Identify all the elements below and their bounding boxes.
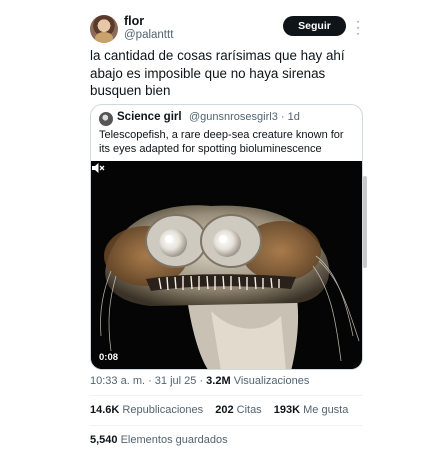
video-duration: 0:08 — [99, 352, 119, 363]
quote-text: Telescopefish, a rare deep-sea creature … — [99, 129, 344, 155]
author-handle[interactable]: @palanttt — [124, 29, 173, 41]
likes-label[interactable]: Me gusta — [303, 404, 348, 416]
quotes-label[interactable]: Citas — [237, 404, 262, 416]
engagement-stats: 14.6K Republicaciones 202 Citas 193K Me … — [90, 404, 348, 416]
author-name[interactable]: flor — [124, 14, 144, 28]
quotes-count[interactable]: 202 — [215, 404, 233, 416]
avatar[interactable] — [90, 15, 118, 43]
bookmarks-label: Elementos guardados — [120, 434, 228, 446]
views-label: Visualizaciones — [233, 375, 310, 387]
muted-speaker-icon[interactable] — [91, 161, 105, 175]
quoted-tweet[interactable]: Science girl @gunsnrosesgirl3 · 1d Teles… — [90, 104, 363, 370]
divider — [90, 395, 363, 396]
views-count: 3.2M — [206, 375, 231, 387]
more-options-icon[interactable]: · · · — [353, 15, 363, 39]
tweet-meta: 10:33 a. m. · 31 jul 25 · 3.2M Visualiza… — [90, 375, 309, 387]
likes-count[interactable]: 193K — [274, 404, 300, 416]
divider — [90, 425, 363, 426]
timestamp[interactable]: 10:33 a. m. · 31 jul 25 · — [90, 375, 206, 387]
tweet-text: la cantidad de cosas rarísimas que hay a… — [90, 48, 345, 98]
quote-author-name[interactable]: Science girl — [117, 111, 182, 123]
quote-avatar[interactable] — [99, 112, 113, 126]
reposts-count[interactable]: 14.6K — [90, 404, 119, 416]
tweet-header: flor @palanttt Seguir · · · — [0, 10, 447, 46]
reposts-label[interactable]: Republicaciones — [122, 404, 203, 416]
bookmarks-count: 5,540 — [90, 434, 118, 446]
video-player[interactable]: 0:08 — [91, 161, 362, 369]
follow-button[interactable]: Seguir — [283, 16, 346, 36]
bookmarks-stat: 5,540 Elementos guardados — [90, 434, 228, 446]
telescopefish-image — [91, 161, 362, 369]
scrollbar[interactable] — [363, 176, 367, 268]
quote-author-handle: @gunsnrosesgirl3 · 1d — [189, 111, 300, 123]
